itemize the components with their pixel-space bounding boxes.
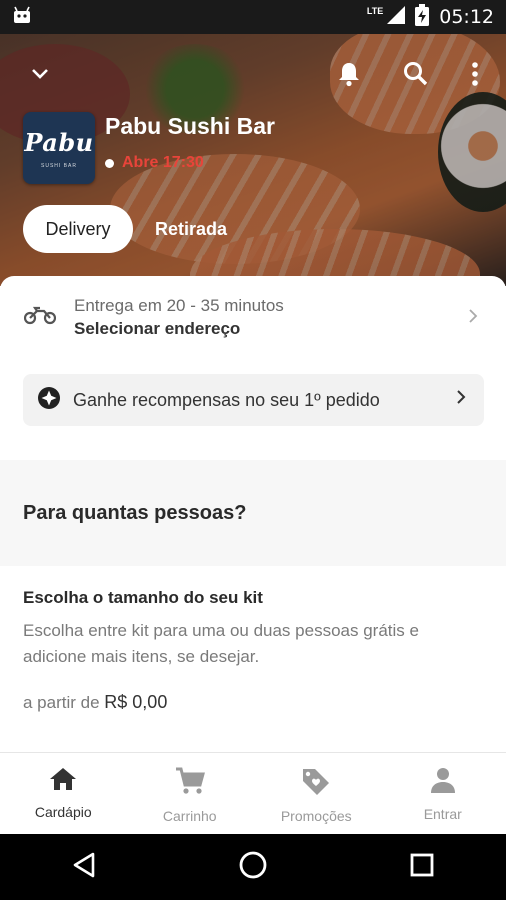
back-icon[interactable] [71, 851, 97, 884]
restaurant-logo: Pabu SUSHI BAR [23, 112, 95, 184]
delivery-tab[interactable]: Delivery [23, 205, 133, 253]
star-badge-icon [37, 386, 61, 415]
person-icon [430, 767, 456, 798]
price-value: R$ 0,00 [104, 692, 168, 712]
section-header: Para quantas pessoas? [0, 460, 506, 566]
search-icon[interactable] [398, 56, 434, 92]
network-type: LTE [366, 6, 384, 16]
logo-subtitle: SUSHI BAR [41, 162, 77, 169]
opening-status: Abre 17:30 [105, 154, 204, 172]
system-navigation [0, 834, 506, 900]
nav-cart[interactable]: Carrinho [127, 753, 254, 834]
select-address: Selecionar endereço [74, 318, 241, 338]
restaurant-name: Pabu Sushi Bar [105, 113, 275, 139]
section-title: Para quantas pessoas? [23, 501, 247, 524]
pickup-tab[interactable]: Retirada [142, 205, 240, 253]
recents-icon[interactable] [409, 852, 435, 883]
delivery-info-row[interactable]: Entrega em 20 - 35 minutos Selecionar en… [0, 276, 506, 358]
rewards-text: Ganhe recompensas no seu 1º pedido [73, 389, 380, 410]
nav-promotions[interactable]: Promoções [253, 753, 380, 834]
nav-label: Promoções [280, 808, 352, 824]
opening-time: Abre 17:30 [122, 154, 204, 171]
kit-description: Escolha entre kit para uma ou duas pesso… [23, 621, 419, 666]
tag-heart-icon [301, 767, 331, 800]
kit-title: Escolha o tamanho do seu kit [23, 588, 263, 607]
battery-charging-icon [415, 3, 430, 31]
signal-icon [387, 5, 406, 29]
android-icon [12, 6, 32, 29]
nav-label: Entrar [423, 806, 462, 822]
nav-login[interactable]: Entrar [380, 753, 506, 834]
delivery-time: Entrega em 20 - 35 minutos [74, 295, 284, 315]
clock: 05:12 [439, 6, 494, 28]
rewards-banner[interactable]: Ganhe recompensas no seu 1º pedido [23, 374, 484, 426]
nav-label: Carrinho [162, 808, 217, 824]
bottom-navigation: Cardápio Carrinho Promoções Entrar [0, 752, 506, 834]
motorcycle-icon [23, 305, 57, 330]
chevron-right-icon [468, 308, 478, 329]
home-circle-icon[interactable] [238, 850, 268, 885]
restaurant-hero: Pabu SUSHI BAR Pabu Sushi Bar Abre 17:30… [0, 34, 506, 286]
chevron-right-icon [456, 389, 466, 410]
logo-text: Pabu [24, 127, 94, 157]
nav-label: Cardápio [34, 804, 92, 820]
status-bar: LTE 05:12 [0, 0, 506, 34]
bell-icon[interactable] [331, 56, 367, 92]
menu-content: Entrega em 20 - 35 minutos Selecionar en… [0, 276, 506, 756]
kit-item[interactable]: Escolha o tamanho do seu kit Escolha ent… [23, 588, 483, 713]
chevron-down-icon[interactable] [22, 56, 58, 92]
cart-icon [175, 767, 205, 800]
more-vert-icon[interactable] [457, 56, 493, 92]
status-dot [105, 158, 114, 168]
price-prefix: a partir de [23, 693, 100, 712]
kit-price: a partir de R$ 0,00 [23, 692, 483, 713]
nav-menu[interactable]: Cardápio [0, 753, 127, 834]
home-icon [49, 767, 77, 796]
